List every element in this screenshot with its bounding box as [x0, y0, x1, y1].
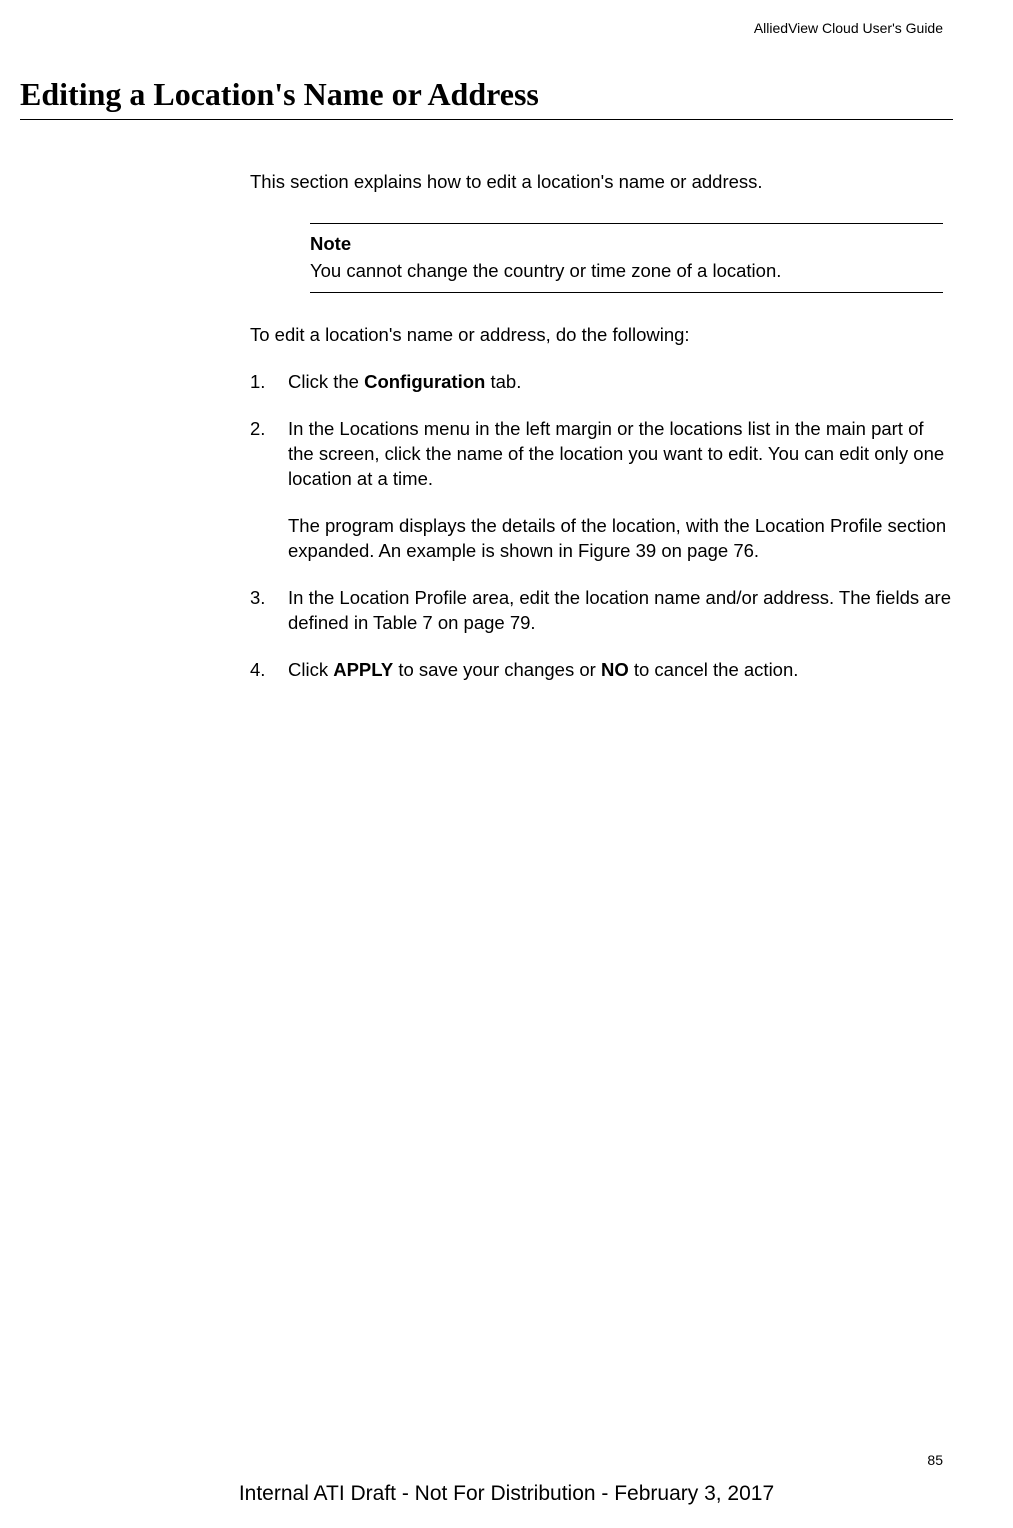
note-label: Note: [310, 232, 943, 257]
bold-apply: APPLY: [333, 659, 393, 680]
step-number: 3.: [250, 586, 265, 611]
step-2: 2. In the Locations menu in the left mar…: [250, 417, 953, 564]
step-3: 3. In the Location Profile area, edit th…: [250, 586, 953, 636]
step-text: to save your changes or: [393, 659, 601, 680]
step-text: Click the: [288, 371, 364, 392]
step-4: 4. Click APPLY to save your changes or N…: [250, 658, 953, 683]
content-area: This section explains how to edit a loca…: [250, 170, 953, 683]
step-number: 1.: [250, 370, 265, 395]
step-text: tab.: [485, 371, 521, 392]
note-box: Note You cannot change the country or ti…: [310, 223, 943, 293]
running-header: AlliedView Cloud User's Guide: [20, 20, 953, 36]
intro-paragraph: This section explains how to edit a loca…: [250, 170, 953, 195]
page-number: 85: [927, 1452, 943, 1468]
step-text: Click: [288, 659, 333, 680]
steps-list: 1. Click the Configuration tab. 2. In th…: [250, 370, 953, 683]
step-extra-text: The program displays the details of the …: [288, 514, 953, 564]
bold-configuration: Configuration: [364, 371, 485, 392]
footer-text: Internal ATI Draft - Not For Distributio…: [0, 1482, 1013, 1506]
step-text: In the Locations menu in the left margin…: [288, 418, 944, 489]
instruction-line: To edit a location's name or address, do…: [250, 323, 953, 348]
step-number: 2.: [250, 417, 265, 442]
step-number: 4.: [250, 658, 265, 683]
step-text: In the Location Profile area, edit the l…: [288, 587, 951, 633]
note-text: You cannot change the country or time zo…: [310, 259, 943, 284]
page-container: AlliedView Cloud User's Guide Editing a …: [0, 0, 1013, 1528]
bold-no: NO: [601, 659, 629, 680]
step-text: to cancel the action.: [629, 659, 799, 680]
section-title: Editing a Location's Name or Address: [20, 76, 953, 120]
step-1: 1. Click the Configuration tab.: [250, 370, 953, 395]
